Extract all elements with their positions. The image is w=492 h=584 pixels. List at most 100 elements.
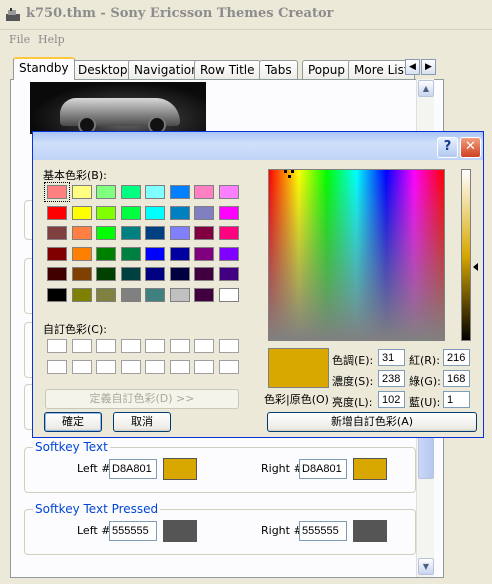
basic-color-swatch[interactable] bbox=[47, 267, 67, 281]
tab-standby[interactable]: Standby bbox=[13, 57, 75, 80]
basic-color-swatch[interactable] bbox=[194, 287, 214, 302]
menu-help[interactable]: Help bbox=[38, 33, 65, 46]
basic-color-swatch[interactable] bbox=[145, 246, 165, 261]
saturation-input[interactable] bbox=[378, 370, 405, 387]
basic-color-swatch[interactable] bbox=[96, 267, 116, 281]
basic-color-swatch[interactable] bbox=[44, 182, 70, 202]
right-color-swatch-button[interactable] bbox=[353, 458, 387, 480]
red-input[interactable] bbox=[443, 349, 470, 366]
custom-color-swatch[interactable] bbox=[96, 339, 116, 353]
basic-color-swatch[interactable] bbox=[145, 205, 165, 220]
basic-color-swatch[interactable] bbox=[218, 226, 239, 240]
basic-color-swatch[interactable] bbox=[145, 185, 165, 199]
cancel-button[interactable]: 取消 bbox=[113, 412, 171, 432]
basic-color-swatch[interactable] bbox=[218, 205, 239, 220]
custom-color-swatch[interactable] bbox=[120, 339, 141, 353]
custom-color-swatch[interactable] bbox=[194, 339, 214, 353]
basic-color-swatch[interactable] bbox=[218, 267, 239, 281]
basic-color-swatch[interactable] bbox=[47, 287, 67, 302]
basic-color-swatch[interactable] bbox=[169, 205, 190, 220]
basic-color-swatch[interactable] bbox=[145, 287, 165, 302]
basic-color-swatch[interactable] bbox=[218, 287, 239, 302]
right-color-hex-input[interactable] bbox=[299, 521, 347, 541]
basic-color-swatch[interactable] bbox=[120, 246, 141, 261]
scroll-up-icon[interactable]: ▲ bbox=[418, 80, 434, 97]
basic-color-swatch[interactable] bbox=[71, 287, 92, 302]
help-button[interactable]: ? bbox=[437, 137, 458, 158]
custom-color-swatch[interactable] bbox=[218, 339, 239, 353]
tab-scroll-left-icon[interactable]: ◀ bbox=[405, 59, 420, 75]
basic-color-swatch[interactable] bbox=[218, 185, 239, 199]
basic-color-swatch[interactable] bbox=[194, 185, 214, 199]
left-color-swatch-button[interactable] bbox=[163, 520, 197, 542]
basic-color-swatch[interactable] bbox=[169, 185, 190, 199]
basic-color-swatch[interactable] bbox=[71, 246, 92, 261]
basic-color-swatch[interactable] bbox=[194, 267, 214, 281]
color-spectrum[interactable] bbox=[268, 169, 445, 341]
ok-button[interactable]: 確定 bbox=[44, 412, 102, 432]
basic-color-swatch[interactable] bbox=[218, 246, 239, 261]
hue-input[interactable] bbox=[378, 349, 405, 366]
basic-color-swatch[interactable] bbox=[194, 246, 214, 261]
custom-color-swatch[interactable] bbox=[145, 360, 165, 374]
green-input[interactable] bbox=[443, 370, 470, 387]
close-button[interactable]: ✕ bbox=[460, 137, 481, 158]
custom-color-swatch[interactable] bbox=[96, 360, 116, 374]
basic-color-swatch[interactable] bbox=[120, 287, 141, 302]
basic-color-swatch[interactable] bbox=[71, 267, 92, 281]
basic-color-swatch[interactable] bbox=[169, 287, 190, 302]
custom-color-swatch[interactable] bbox=[194, 360, 214, 374]
custom-color-swatch[interactable] bbox=[169, 360, 190, 374]
basic-color-swatch[interactable] bbox=[96, 205, 116, 220]
right-color-swatch-button[interactable] bbox=[353, 520, 387, 542]
window-title: k750.thm - Sony Ericsson Themes Creator bbox=[26, 6, 334, 21]
scroll-down-icon[interactable]: ▼ bbox=[418, 558, 434, 575]
basic-color-swatch[interactable] bbox=[71, 205, 92, 220]
luminance-slider[interactable] bbox=[461, 169, 471, 341]
left-color-hex-input[interactable] bbox=[109, 521, 157, 541]
tab-desktop[interactable]: Desktop bbox=[72, 60, 134, 80]
basic-color-swatch[interactable] bbox=[120, 205, 141, 220]
basic-color-swatch[interactable] bbox=[120, 267, 141, 281]
custom-color-swatch[interactable] bbox=[145, 339, 165, 353]
basic-color-swatch[interactable] bbox=[47, 246, 67, 261]
basic-color-swatch[interactable] bbox=[71, 185, 92, 199]
basic-color-swatch[interactable] bbox=[120, 185, 141, 199]
tab-scroll-right-icon[interactable]: ▶ bbox=[421, 59, 436, 75]
tab-popup[interactable]: Popup bbox=[302, 60, 351, 80]
left-color-swatch-button[interactable] bbox=[163, 458, 197, 480]
tab-row-title[interactable]: Row Title bbox=[194, 60, 261, 80]
luminance-arrow-icon[interactable] bbox=[473, 263, 478, 271]
custom-color-swatch[interactable] bbox=[71, 339, 92, 353]
basic-color-swatch[interactable] bbox=[145, 267, 165, 281]
basic-color-swatch[interactable] bbox=[194, 205, 214, 220]
basic-color-swatch[interactable] bbox=[96, 287, 116, 302]
basic-color-swatch[interactable] bbox=[96, 246, 116, 261]
basic-color-swatch[interactable] bbox=[96, 226, 116, 240]
basic-color-swatch[interactable] bbox=[96, 185, 116, 199]
dialog-body: 基本色彩(B): 自訂色彩(C): 定義自訂色彩(D) >> 確定 取消 色彩|… bbox=[37, 160, 480, 435]
basic-color-swatch[interactable] bbox=[47, 205, 67, 220]
basic-color-swatch[interactable] bbox=[194, 226, 214, 240]
luminance-input[interactable] bbox=[378, 391, 405, 408]
custom-color-swatch[interactable] bbox=[120, 360, 141, 374]
custom-color-swatch[interactable] bbox=[47, 339, 67, 353]
basic-color-swatch[interactable] bbox=[169, 226, 190, 240]
basic-color-swatch[interactable] bbox=[169, 267, 190, 281]
right-color-hex-input[interactable] bbox=[299, 459, 347, 479]
custom-color-swatch[interactable] bbox=[71, 360, 92, 374]
add-custom-color-button[interactable]: 新增自訂色彩(A) bbox=[267, 412, 477, 432]
left-color-hex-input[interactable] bbox=[109, 459, 157, 479]
basic-color-swatch[interactable] bbox=[71, 226, 92, 240]
custom-color-swatch[interactable] bbox=[169, 339, 190, 353]
basic-color-swatch[interactable] bbox=[169, 246, 190, 261]
menu-file[interactable]: File bbox=[9, 33, 30, 46]
basic-color-swatch[interactable] bbox=[120, 226, 141, 240]
custom-color-swatch[interactable] bbox=[47, 360, 67, 374]
basic-color-swatch[interactable] bbox=[145, 226, 165, 240]
blue-input[interactable] bbox=[443, 391, 470, 408]
tab-tabs[interactable]: Tabs bbox=[259, 60, 298, 80]
basic-color-swatch[interactable] bbox=[47, 226, 67, 240]
custom-color-swatch[interactable] bbox=[218, 360, 239, 374]
define-custom-colors-button[interactable]: 定義自訂色彩(D) >> bbox=[45, 389, 239, 409]
